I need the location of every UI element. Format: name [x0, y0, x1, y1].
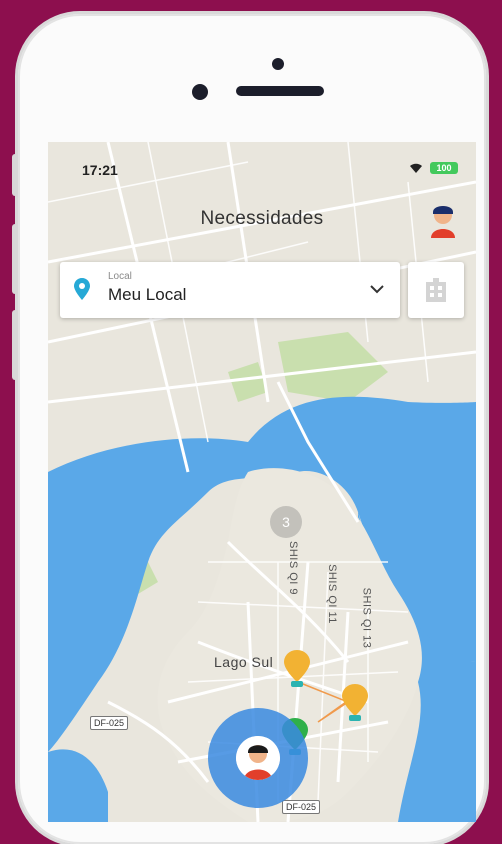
chevron-down-icon[interactable] — [368, 280, 386, 298]
proximity-sensor — [272, 58, 284, 70]
road-tag: DF-025 — [90, 716, 129, 730]
mute-switch — [12, 154, 18, 196]
street-label: SHIS QI 9 — [287, 540, 300, 596]
location-selector[interactable]: Local Meu Local — [60, 262, 400, 318]
road-tag: DF-025 — [282, 800, 321, 814]
front-camera — [192, 84, 208, 100]
volume-down-button — [12, 310, 18, 380]
profile-avatar-icon[interactable] — [428, 202, 458, 238]
location-value: Meu Local — [108, 285, 187, 304]
need-marker-icon[interactable] — [284, 650, 310, 690]
street-label: SHIS QI 13 — [360, 587, 373, 649]
location-caption: Local — [108, 271, 132, 282]
earpiece-speaker — [236, 86, 324, 96]
location-pin-icon — [74, 278, 90, 300]
status-time: 17:21 — [82, 162, 118, 178]
page-title: Necessidades — [200, 208, 324, 229]
street-label: SHIS QI 11 — [325, 564, 338, 624]
district-label: Lago Sul — [214, 654, 274, 670]
building-icon — [426, 278, 446, 302]
status-icons: 100 — [408, 162, 458, 174]
need-marker-icon[interactable] — [342, 684, 368, 724]
institutions-button[interactable] — [408, 262, 464, 318]
app-screen: 17:21 100 Necessidades Local Meu Local 3… — [48, 142, 476, 822]
marker-cluster[interactable]: 3 — [270, 506, 302, 538]
wifi-icon — [410, 163, 422, 173]
battery-icon: 100 — [430, 162, 458, 174]
volume-up-button — [12, 224, 18, 294]
user-location-avatar-icon[interactable] — [236, 736, 280, 780]
